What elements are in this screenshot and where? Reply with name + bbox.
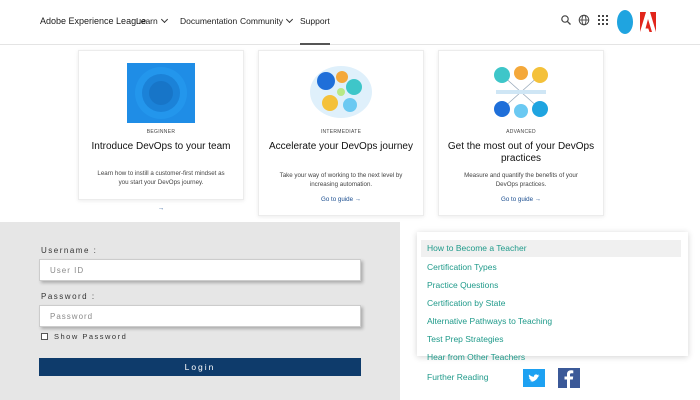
card-intermediate[interactable]: INTERMEDIATE Accelerate your DevOps jour… [258,50,424,216]
show-password-checkbox[interactable] [41,333,48,340]
nav-support[interactable]: Support [300,16,330,45]
nav-learn[interactable]: Learn [136,15,168,26]
show-password-label: Show Password [54,332,128,341]
card-advanced[interactable]: ADVANCED Get the most out of your DevOps… [438,50,604,216]
beginner-illustration [127,63,195,123]
search-icon[interactable] [560,14,572,26]
card-level: BEGINNER [146,129,176,135]
avatar[interactable] [617,10,633,34]
card-level: ADVANCED [506,129,536,135]
link-how-to-become-teacher[interactable]: How to Become a Teacher [421,240,681,257]
card-title: Get the most out of your DevOps practice… [447,141,595,164]
link-test-prep-strategies[interactable]: Test Prep Strategies [427,334,504,344]
brand-name[interactable]: Adobe Experience League [40,16,146,26]
card-description: Learn how to instill a customer-first mi… [97,170,225,186]
password-input[interactable] [39,305,361,327]
card-description: Take your way of working to the next lev… [279,172,403,188]
nav-documentation-label: Documentation [180,16,238,26]
card-title: Introduce DevOps to your team [91,141,231,152]
globe-icon[interactable] [578,14,590,26]
login-button[interactable]: Login [39,358,361,376]
twitter-icon[interactable] [523,369,545,387]
card-title: Accelerate your DevOps journey [269,141,413,152]
show-password-toggle[interactable]: Show Password [41,332,127,341]
password-label: Password : [41,292,96,301]
apps-grid-icon[interactable] [597,14,609,26]
card-link[interactable]: Go to guide → [259,196,423,203]
username-input[interactable] [39,259,361,281]
link-certification-by-state[interactable]: Certification by State [427,298,505,308]
card-beginner[interactable]: BEGINNER Introduce DevOps to your team L… [78,50,244,212]
link-certification-types[interactable]: Certification Types [427,262,497,272]
link-hear-from-teachers[interactable]: Hear from Other Teachers [427,352,525,362]
links-panel: How to Become a Teacher Certification Ty… [417,232,688,356]
nav-learn-label: Learn [136,16,158,26]
top-nav-bar: Adobe Experience League Learn Documentat… [0,0,700,45]
chevron-down-icon [285,15,294,24]
nav-community-label: Community [240,16,283,26]
nav-support-label: Support [300,16,330,26]
nav-community[interactable]: Community [240,15,294,26]
username-label: Username : [41,246,98,255]
card-link[interactable]: → [79,205,243,212]
facebook-icon[interactable] [558,368,580,388]
adobe-logo[interactable] [640,12,656,32]
link-alternative-pathways[interactable]: Alternative Pathways to Teaching [427,316,552,326]
card-level: INTERMEDIATE [320,129,362,135]
advanced-illustration [494,66,548,118]
card-link[interactable]: Go to guide → [439,196,603,203]
chevron-down-icon [160,15,168,24]
link-further-reading[interactable]: Further Reading [427,372,488,382]
nav-documentation[interactable]: Documentation [180,16,237,26]
link-practice-questions[interactable]: Practice Questions [427,280,498,290]
intermediate-illustration [310,66,372,118]
card-description: Measure and quantify the benefits of you… [464,172,578,188]
